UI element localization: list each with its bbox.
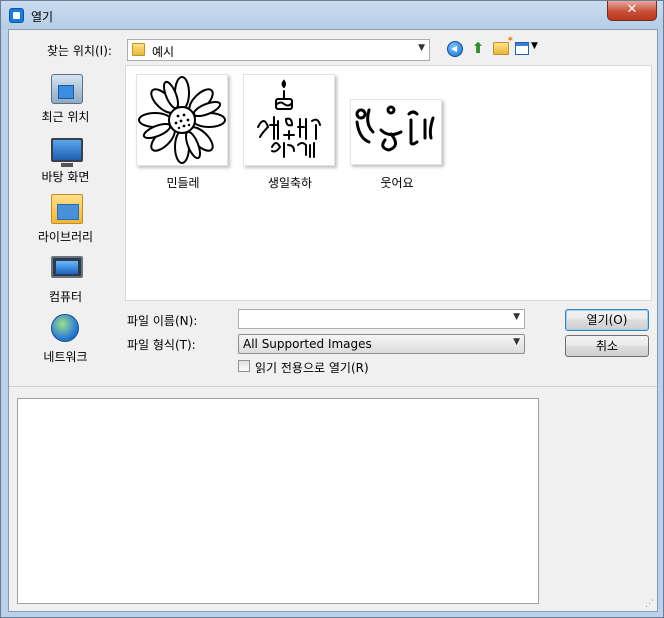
- window-title: 열기: [31, 10, 54, 24]
- divider: [9, 386, 657, 387]
- folder-icon: [132, 43, 145, 56]
- look-in-label: 찾는 위치(I):: [47, 44, 112, 58]
- chevron-down-icon: ▼: [418, 43, 425, 53]
- filename-field[interactable]: ▼: [238, 309, 525, 329]
- file-list[interactable]: 민들레 생일축하 웃어요: [125, 65, 652, 301]
- place-label: 컴퓨터: [48, 290, 83, 304]
- file-item[interactable]: 웃어요: [350, 66, 444, 190]
- computer-icon: [51, 256, 83, 278]
- view-menu-icon[interactable]: ▼: [515, 41, 541, 57]
- filetype-value: All Supported Images: [243, 337, 372, 351]
- smile-thumbnail: [350, 99, 442, 165]
- view-grid-icon: [515, 42, 529, 55]
- network-icon: [51, 314, 79, 342]
- dandelion-thumbnail: [136, 74, 228, 166]
- open-file-dialog: 열기 ✕ 찾는 위치(I): 예시 ▼ ⬆ ▼ 최근 위치 바탕 화면: [0, 0, 664, 618]
- place-label: 최근 위치: [41, 110, 90, 124]
- place-recent[interactable]: 최근 위치: [13, 70, 118, 128]
- filetype-select[interactable]: All Supported Images ▼: [238, 334, 525, 354]
- readonly-checkbox[interactable]: [238, 360, 250, 372]
- chevron-down-icon: ▼: [513, 337, 520, 347]
- chevron-down-icon: ▼: [531, 41, 538, 51]
- title-bar[interactable]: 열기 ✕: [1, 1, 663, 29]
- look-in-value: 예시: [152, 45, 175, 59]
- preview-pane: [17, 398, 539, 604]
- dialog-body: 찾는 위치(I): 예시 ▼ ⬆ ▼ 최근 위치 바탕 화면 라이브러리: [8, 29, 658, 612]
- resize-grip-icon[interactable]: ⋰: [645, 599, 655, 609]
- back-icon[interactable]: [447, 41, 463, 57]
- close-button[interactable]: ✕: [607, 1, 657, 21]
- place-label: 라이브러리: [37, 230, 94, 244]
- file-item[interactable]: 민들레: [136, 66, 230, 190]
- places-bar: 최근 위치 바탕 화면 라이브러리 컴퓨터 네트워크: [13, 66, 118, 382]
- filename-input[interactable]: [239, 310, 524, 328]
- recent-places-icon: [51, 74, 83, 104]
- birthday-thumbnail: [243, 74, 335, 166]
- place-libraries[interactable]: 라이브러리: [13, 190, 118, 248]
- filename-label: 파일 이름(N):: [127, 314, 198, 328]
- up-folder-icon[interactable]: ⬆: [470, 39, 486, 57]
- place-desktop[interactable]: 바탕 화면: [13, 130, 118, 188]
- chevron-down-icon[interactable]: ▼: [513, 312, 520, 322]
- look-in-combo[interactable]: 예시 ▼: [127, 39, 430, 61]
- file-name: 생일축하: [267, 176, 313, 190]
- desktop-icon: [51, 138, 83, 167]
- filetype-label: 파일 형식(T):: [127, 338, 196, 352]
- readonly-label: 읽기 전용으로 열기(R): [255, 361, 369, 375]
- place-label: 바탕 화면: [41, 170, 90, 184]
- libraries-icon: [51, 194, 83, 224]
- place-network[interactable]: 네트워크: [13, 310, 118, 368]
- place-label: 네트워크: [43, 350, 88, 364]
- place-computer[interactable]: 컴퓨터: [13, 250, 118, 308]
- file-name: 웃어요: [380, 176, 414, 190]
- file-name: 민들레: [166, 176, 200, 190]
- cancel-button[interactable]: 취소: [565, 335, 649, 357]
- new-folder-icon[interactable]: [493, 35, 514, 55]
- file-item[interactable]: 생일축하: [243, 66, 337, 190]
- open-button[interactable]: 열기(O): [565, 309, 649, 331]
- app-icon: [9, 8, 24, 23]
